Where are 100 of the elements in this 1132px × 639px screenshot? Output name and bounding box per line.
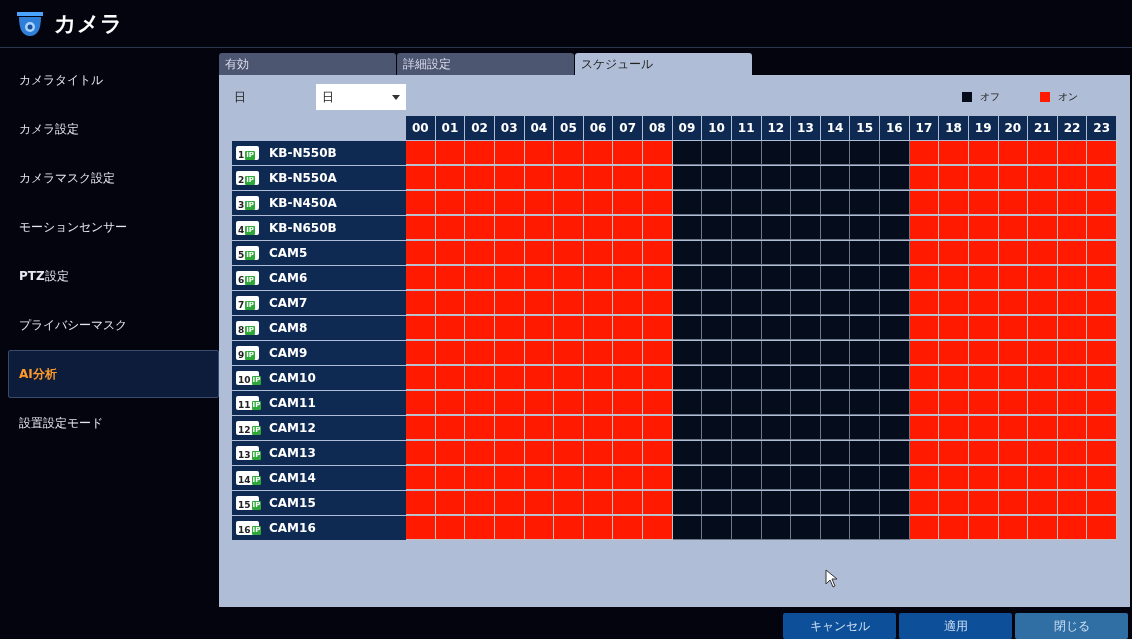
schedule-cell[interactable] — [702, 241, 732, 265]
schedule-cell[interactable] — [613, 391, 643, 415]
schedule-cell[interactable] — [1087, 141, 1117, 165]
schedule-cell[interactable] — [524, 466, 555, 490]
schedule-cell[interactable] — [1057, 366, 1088, 390]
schedule-cell[interactable] — [791, 141, 821, 165]
schedule-cell[interactable] — [909, 241, 940, 265]
schedule-cell[interactable] — [465, 216, 495, 240]
schedule-cell[interactable] — [909, 441, 940, 465]
schedule-cell[interactable] — [524, 366, 555, 390]
schedule-cell[interactable] — [465, 441, 495, 465]
schedule-cell[interactable] — [850, 166, 880, 190]
schedule-cell[interactable] — [613, 266, 643, 290]
schedule-cell[interactable] — [583, 466, 614, 490]
schedule-cell[interactable] — [554, 366, 584, 390]
schedule-cell[interactable] — [909, 491, 940, 515]
schedule-cell[interactable] — [465, 491, 495, 515]
schedule-cell[interactable] — [494, 191, 525, 215]
schedule-cell[interactable] — [939, 366, 969, 390]
schedule-cell[interactable] — [406, 241, 436, 265]
schedule-cell[interactable] — [761, 366, 792, 390]
schedule-cell[interactable] — [494, 491, 525, 515]
schedule-cell[interactable] — [939, 166, 969, 190]
schedule-cell[interactable] — [1028, 166, 1058, 190]
schedule-cell[interactable] — [880, 141, 910, 165]
schedule-cell[interactable] — [435, 391, 466, 415]
schedule-cell[interactable] — [702, 516, 732, 540]
tab[interactable]: スケジュール — [575, 53, 752, 75]
schedule-cell[interactable] — [1087, 416, 1117, 440]
schedule-cell[interactable] — [968, 291, 999, 315]
sidebar-item[interactable]: PTZ設定 — [8, 252, 219, 300]
schedule-cell[interactable] — [702, 491, 732, 515]
schedule-cell[interactable] — [1057, 166, 1088, 190]
schedule-cell[interactable] — [672, 216, 703, 240]
sidebar-item[interactable]: 設置設定モード — [8, 399, 219, 447]
schedule-cell[interactable] — [998, 241, 1029, 265]
schedule-cell[interactable] — [731, 341, 762, 365]
footer-button[interactable]: 閉じる — [1015, 613, 1128, 639]
schedule-cell[interactable] — [465, 391, 495, 415]
schedule-cell[interactable] — [820, 216, 851, 240]
schedule-cell[interactable] — [465, 466, 495, 490]
schedule-cell[interactable] — [1057, 141, 1088, 165]
schedule-cell[interactable] — [494, 166, 525, 190]
tab[interactable]: 有効 — [219, 53, 396, 75]
schedule-cell[interactable] — [494, 466, 525, 490]
footer-button[interactable]: 適用 — [899, 613, 1012, 639]
schedule-cell[interactable] — [435, 516, 466, 540]
schedule-cell[interactable] — [643, 441, 673, 465]
schedule-cell[interactable] — [702, 216, 732, 240]
schedule-cell[interactable] — [406, 266, 436, 290]
schedule-cell[interactable] — [435, 216, 466, 240]
schedule-cell[interactable] — [1087, 291, 1117, 315]
schedule-cell[interactable] — [1057, 241, 1088, 265]
schedule-cell[interactable] — [850, 141, 880, 165]
schedule-cell[interactable] — [820, 341, 851, 365]
schedule-cell[interactable] — [583, 441, 614, 465]
schedule-cell[interactable] — [435, 341, 466, 365]
schedule-cell[interactable] — [583, 316, 614, 340]
schedule-cell[interactable] — [791, 441, 821, 465]
schedule-cell[interactable] — [435, 291, 466, 315]
schedule-cell[interactable] — [554, 216, 584, 240]
schedule-cell[interactable] — [643, 516, 673, 540]
schedule-cell[interactable] — [998, 466, 1029, 490]
schedule-cell[interactable] — [1057, 516, 1088, 540]
schedule-cell[interactable] — [554, 391, 584, 415]
schedule-cell[interactable] — [1087, 316, 1117, 340]
schedule-cell[interactable] — [939, 416, 969, 440]
schedule-cell[interactable] — [613, 441, 643, 465]
schedule-cell[interactable] — [524, 191, 555, 215]
schedule-cell[interactable] — [554, 291, 584, 315]
schedule-cell[interactable] — [968, 516, 999, 540]
schedule-cell[interactable] — [731, 416, 762, 440]
schedule-cell[interactable] — [731, 466, 762, 490]
schedule-cell[interactable] — [672, 291, 703, 315]
schedule-cell[interactable] — [672, 441, 703, 465]
schedule-cell[interactable] — [494, 341, 525, 365]
schedule-cell[interactable] — [1057, 466, 1088, 490]
schedule-cell[interactable] — [702, 266, 732, 290]
schedule-cell[interactable] — [1087, 266, 1117, 290]
schedule-cell[interactable] — [554, 191, 584, 215]
schedule-cell[interactable] — [761, 316, 792, 340]
schedule-cell[interactable] — [939, 441, 969, 465]
schedule-cell[interactable] — [524, 441, 555, 465]
schedule-cell[interactable] — [613, 316, 643, 340]
schedule-cell[interactable] — [613, 466, 643, 490]
schedule-cell[interactable] — [672, 191, 703, 215]
schedule-cell[interactable] — [880, 466, 910, 490]
schedule-cell[interactable] — [702, 291, 732, 315]
schedule-cell[interactable] — [820, 291, 851, 315]
schedule-cell[interactable] — [465, 341, 495, 365]
schedule-cell[interactable] — [820, 241, 851, 265]
schedule-cell[interactable] — [820, 166, 851, 190]
schedule-cell[interactable] — [820, 416, 851, 440]
schedule-cell[interactable] — [1028, 241, 1058, 265]
schedule-cell[interactable] — [406, 166, 436, 190]
tab[interactable]: 詳細設定 — [397, 53, 574, 75]
schedule-cell[interactable] — [1057, 416, 1088, 440]
schedule-cell[interactable] — [435, 191, 466, 215]
schedule-cell[interactable] — [583, 216, 614, 240]
schedule-cell[interactable] — [909, 341, 940, 365]
